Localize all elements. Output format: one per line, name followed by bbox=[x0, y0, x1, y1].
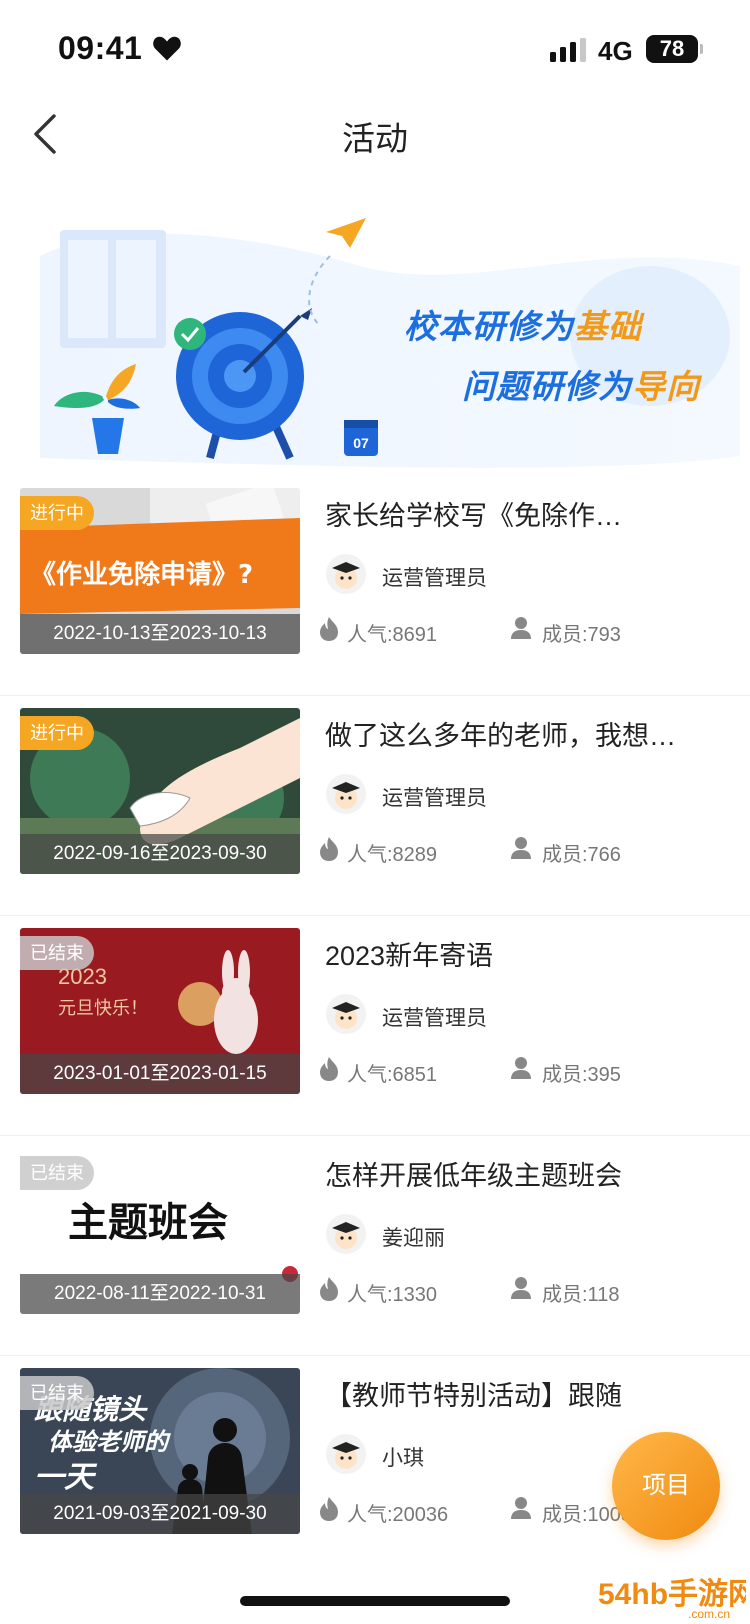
author-name: 小琪 bbox=[382, 1447, 424, 1470]
author-name: 运营管理员 bbox=[382, 1007, 487, 1030]
activity-title: 做了这么多年的老师，我想… bbox=[325, 721, 676, 751]
thumbnail-caption: 主题班会 bbox=[68, 1199, 228, 1246]
status-badge: 已结束 bbox=[20, 936, 94, 970]
member-count: 成员:118 bbox=[542, 1284, 620, 1306]
members-icon bbox=[511, 1497, 531, 1519]
member-count: 成员:793 bbox=[542, 624, 621, 646]
activity-item[interactable]: 2023 元旦快乐！ 已结束 2023-01-01至2023-01-15 202… bbox=[0, 908, 750, 1136]
activity-item[interactable]: 主题班会 已结束 2022-08-11至2022-10-31 怎样开展低年级主题… bbox=[0, 1128, 750, 1356]
status-badge: 已结束 bbox=[20, 1156, 94, 1190]
activity-thumbnail: 2023 元旦快乐！ 已结束 2023-01-01至2023-01-15 bbox=[20, 928, 300, 1094]
avatar-icon bbox=[326, 994, 366, 1034]
date-range: 2022-09-16至2023-09-30 bbox=[20, 834, 300, 874]
member-count: 成员:395 bbox=[542, 1064, 621, 1086]
watermark-logo: 54hb手游网 .com.cn bbox=[597, 1577, 750, 1621]
activity-thumbnail: 《作业免除申请》? 进行中 2022-10-13至2023-10-13 bbox=[20, 488, 300, 654]
author-name: 姜迎丽 bbox=[382, 1227, 445, 1250]
fire-icon bbox=[320, 1057, 338, 1081]
popularity-count: 人气:8289 bbox=[347, 844, 438, 866]
status-time: 09:41 bbox=[58, 30, 143, 66]
calendar-day: 07 bbox=[353, 435, 369, 451]
author-name: 运营管理员 bbox=[382, 567, 487, 590]
popularity-count: 人气:1330 bbox=[347, 1284, 438, 1306]
activity-title: 怎样开展低年级主题班会 bbox=[325, 1161, 622, 1191]
activity-title: 【教师节特别活动】跟随 bbox=[325, 1381, 622, 1411]
status-bar: 09:41 4G 78 bbox=[0, 0, 750, 96]
status-badge: 已结束 bbox=[20, 1376, 94, 1410]
home-indicator bbox=[240, 1596, 510, 1606]
svg-text:.com.cn: .com.cn bbox=[688, 1607, 730, 1621]
promo-banner[interactable]: 07 校本研修为基础 问题研修为导向 bbox=[0, 196, 750, 480]
activity-item[interactable]: 进行中 2022-09-16至2023-09-30 做了这么多年的老师，我想… … bbox=[0, 688, 750, 916]
project-fab-button[interactable]: 项目 bbox=[612, 1432, 720, 1540]
thumbnail-caption-3: 一天 bbox=[34, 1461, 94, 1494]
status-badge: 进行中 bbox=[20, 496, 94, 530]
avatar-icon bbox=[326, 554, 366, 594]
activity-title: 2023新年寄语 bbox=[325, 941, 494, 971]
page-title: 活动 bbox=[342, 120, 408, 157]
avatar-icon bbox=[326, 1434, 366, 1474]
activity-title: 家长给学校写《免除作… bbox=[325, 501, 622, 531]
members-icon bbox=[511, 617, 531, 639]
avatar-icon bbox=[326, 1214, 366, 1254]
fire-icon bbox=[320, 837, 338, 861]
date-range: 2022-10-13至2023-10-13 bbox=[20, 614, 300, 654]
author-name: 运营管理员 bbox=[382, 787, 487, 810]
popularity-count: 人气:8691 bbox=[347, 624, 438, 646]
member-count: 成员:766 bbox=[542, 844, 621, 866]
thumbnail-caption: 《作业免除申请》? bbox=[30, 560, 254, 590]
activity-thumbnail: 进行中 2022-09-16至2023-09-30 bbox=[20, 708, 300, 874]
site-watermark: 54hb手游网 .com.cn bbox=[596, 1568, 750, 1622]
avatar-icon bbox=[326, 774, 366, 814]
members-icon bbox=[511, 1057, 531, 1079]
activity-item[interactable]: 《作业免除申请》? 进行中 2022-10-13至2023-10-13 家长给学… bbox=[0, 468, 750, 696]
activity-thumbnail: 主题班会 已结束 2022-08-11至2022-10-31 bbox=[20, 1148, 300, 1314]
members-icon bbox=[511, 837, 531, 859]
date-range: 2023-01-01至2023-01-15 bbox=[20, 1054, 300, 1094]
activity-thumbnail: 跟随镜头 体验老师的 一天 已结束 2021-09-03至2021-09-30 bbox=[20, 1368, 300, 1534]
thumbnail-caption-2: 元旦快乐！ bbox=[58, 998, 148, 1018]
fire-icon bbox=[320, 1277, 338, 1301]
fire-icon bbox=[320, 617, 338, 641]
status-badge: 进行中 bbox=[20, 716, 94, 750]
date-range: 2022-08-11至2022-10-31 bbox=[20, 1274, 300, 1314]
fire-icon bbox=[320, 1497, 338, 1521]
members-icon bbox=[511, 1277, 531, 1299]
nav-bar: 活动 bbox=[0, 96, 750, 172]
heart-icon bbox=[153, 36, 181, 61]
popularity-count: 人气:20036 bbox=[347, 1504, 449, 1526]
network-label: 4G bbox=[598, 36, 633, 66]
date-range: 2021-09-03至2021-09-30 bbox=[20, 1494, 300, 1534]
signal-icon bbox=[550, 38, 586, 62]
banner-headline-2: 问题研修为导向 bbox=[462, 367, 700, 406]
popularity-count: 人气:6851 bbox=[347, 1064, 438, 1086]
banner-headline-1: 校本研修为基础 bbox=[404, 307, 642, 346]
battery-indicator: 78 bbox=[646, 35, 703, 63]
